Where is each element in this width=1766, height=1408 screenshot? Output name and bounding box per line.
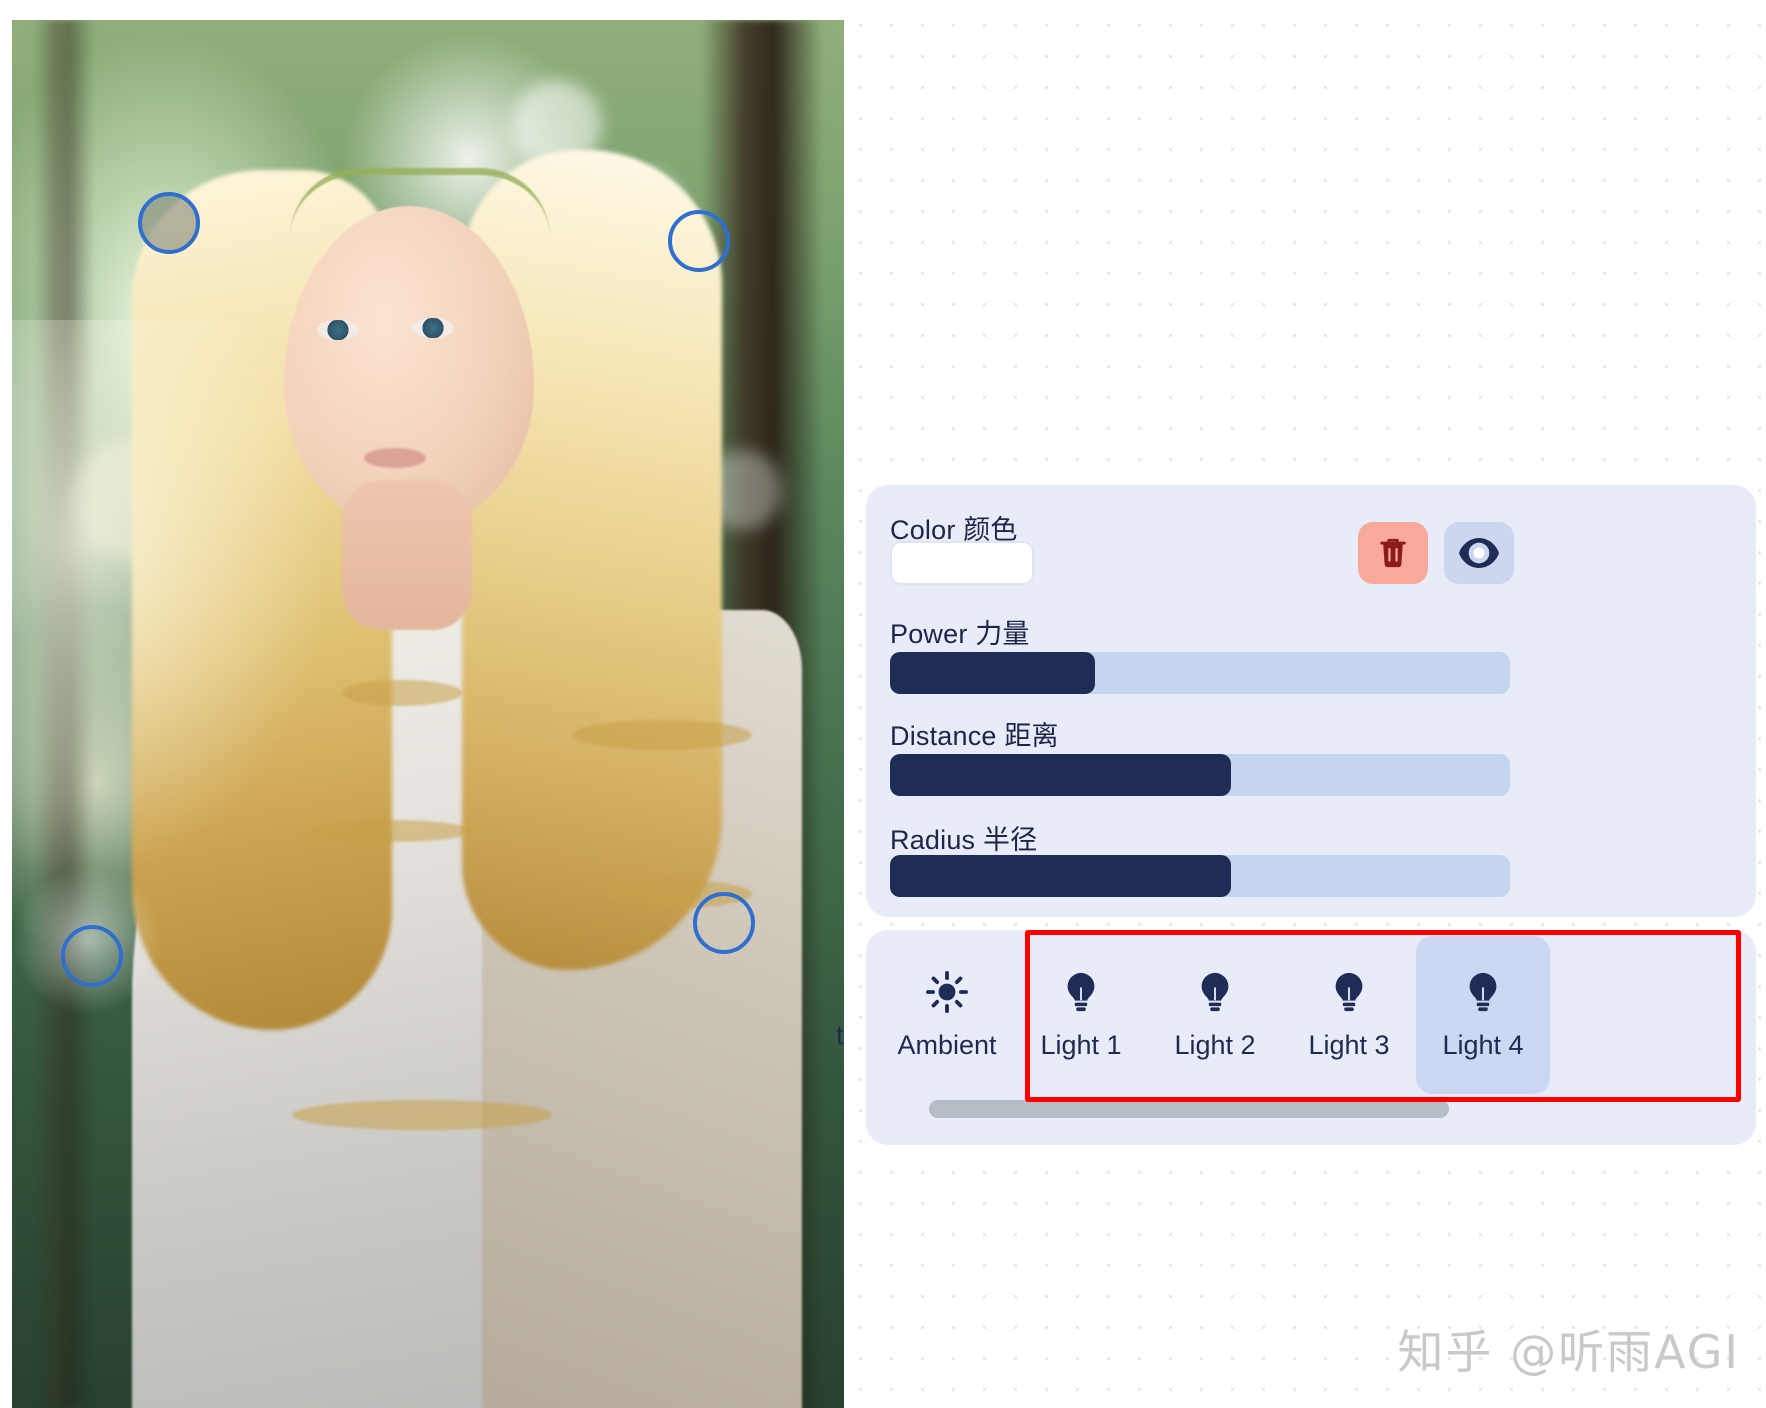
light-handle-4[interactable] [61, 925, 123, 987]
light-tab-light-3[interactable]: Light 3 [1282, 936, 1416, 1094]
light-tabs-strip[interactable]: Ambient Light 1 Light 2 Light 3 Light 4 [880, 930, 1550, 1100]
sun-icon [926, 970, 968, 1013]
radius-label: Radius 半径 [890, 825, 1038, 855]
power-slider-fill [890, 652, 1095, 694]
light-tab-label: Ambient [897, 1029, 997, 1060]
toggle-visibility-button[interactable] [1444, 522, 1514, 584]
light-tab-label: Light 1 [1040, 1029, 1122, 1060]
bulb-icon [1335, 972, 1363, 1011]
watermark: 知乎 @听雨AGI [1397, 1325, 1740, 1379]
subject-neck [342, 480, 472, 630]
color-swatch-input[interactable] [890, 541, 1034, 585]
light-tab-label: Light 3 [1308, 1029, 1390, 1060]
bulb-icon [1327, 970, 1371, 1014]
gown-trim [292, 1100, 552, 1130]
radius-slider[interactable] [890, 855, 1510, 897]
light-tab-truncated-label: t [836, 1020, 844, 1050]
subject-crown [290, 168, 550, 238]
light-tab-label: Light 4 [1442, 1029, 1524, 1060]
light-tab-light-2[interactable]: Light 2 [1148, 936, 1282, 1094]
image-preview-viewport[interactable] [12, 20, 844, 1408]
light-handle-2[interactable] [668, 210, 730, 272]
power-label: Power 力量 [890, 619, 1030, 649]
sun-icon [925, 970, 969, 1014]
light-handle-1[interactable] [138, 192, 200, 254]
distance-slider[interactable] [890, 754, 1510, 796]
subject-lips [364, 448, 426, 468]
gown-trim [312, 820, 472, 842]
bulb-icon [1193, 970, 1237, 1014]
light-handle-3[interactable] [693, 892, 755, 954]
bulb-icon [1461, 970, 1505, 1014]
bulb-icon [1067, 972, 1095, 1011]
delete-light-button[interactable] [1358, 522, 1428, 584]
distance-slider-fill [890, 754, 1231, 796]
eye-icon [1459, 538, 1499, 568]
light-tabs-scrollbar-thumb[interactable] [929, 1100, 1449, 1118]
subject-eye-right [412, 318, 454, 338]
preview-sun-glow [12, 320, 332, 880]
trash-icon [1380, 538, 1406, 568]
bulb-icon [1201, 972, 1229, 1011]
bulb-icon [1469, 972, 1497, 1011]
power-slider[interactable] [890, 652, 1510, 694]
light-tab-ambient[interactable]: Ambient [880, 936, 1014, 1094]
light-tab-label: Light 2 [1174, 1029, 1256, 1060]
cloak-trim [572, 720, 752, 750]
gown-trim [342, 680, 462, 706]
light-tab-light-1[interactable]: Light 1 [1014, 936, 1148, 1094]
distance-label: Distance 距离 [890, 721, 1059, 751]
light-tab-light-4[interactable]: Light 4 [1416, 936, 1550, 1094]
bulb-icon [1059, 970, 1103, 1014]
radius-slider-fill [890, 855, 1231, 897]
